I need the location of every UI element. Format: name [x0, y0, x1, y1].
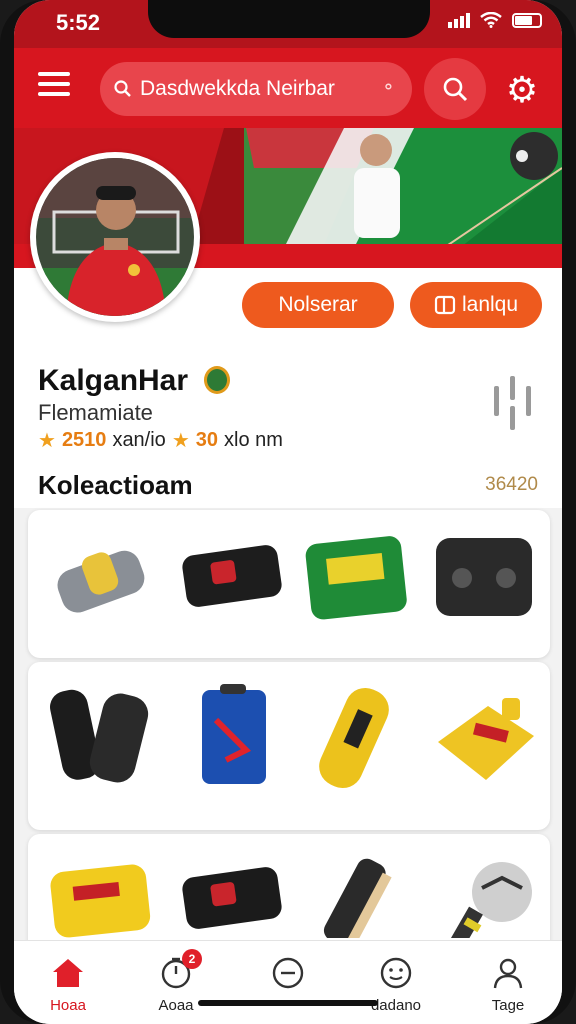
tab-profile-label: Tage: [491, 997, 525, 1014]
search-icon: [114, 80, 131, 97]
blue-backpack-icon[interactable]: [176, 680, 288, 792]
search-bar[interactable]: Dasdwekkda Neirbar ⚬: [100, 62, 412, 116]
more-options-icon[interactable]: [488, 372, 536, 432]
system-icons: [448, 12, 542, 28]
minus-circle-icon: [272, 957, 304, 989]
home-icon: [53, 959, 83, 987]
bottom-tab-bar: Hoaa 2 Aoaa dadano Tage: [14, 940, 562, 1024]
black-badge-case-icon[interactable]: [176, 858, 288, 938]
black-pencil-case-icon[interactable]: [176, 520, 288, 632]
club-badge-icon: [204, 366, 230, 394]
stat1-value: 2510: [61, 429, 107, 451]
signal-icon: [448, 12, 470, 28]
search-text: Dasdwekkda Neirbar: [140, 77, 335, 100]
follow-label: Nolserar: [278, 293, 358, 316]
search-icon: [443, 77, 468, 102]
menu-button[interactable]: [38, 72, 70, 102]
avatar[interactable]: [30, 152, 200, 322]
message-icon: [434, 295, 456, 315]
tab-profile[interactable]: Tage: [468, 953, 548, 1014]
collection-title: Koleactioam: [38, 470, 193, 500]
battery-icon: [512, 12, 542, 28]
scarf-roll-icon[interactable]: [44, 520, 156, 632]
phone-frame: 5:52 Dasdwekkda Neirbar ⚬ ⚙ Nolserar lan…: [0, 0, 576, 1024]
search-button[interactable]: [424, 58, 486, 120]
yellow-suitcase-icon[interactable]: [44, 858, 156, 938]
wifi-icon: [480, 12, 502, 28]
profile-stats: ★ 2510 xan/io ★ 30 xlo nm: [38, 428, 283, 453]
tab-home-label: Hoaa: [50, 997, 86, 1014]
yellow-card-holder-icon[interactable]: [428, 680, 540, 792]
message-label: lanlqu: [461, 293, 519, 316]
status-time: 5:52: [56, 10, 101, 35]
shin-guard-icon[interactable]: [298, 858, 410, 949]
collection-count: 36420: [485, 474, 538, 495]
black-camera-bag-icon[interactable]: [428, 520, 540, 632]
stat2-value: 30: [195, 429, 218, 451]
star-icon: ★: [38, 430, 56, 452]
app-screen: 5:52 Dasdwekkda Neirbar ⚬ ⚙ Nolserar lan…: [14, 0, 562, 1024]
message-button[interactable]: lanlqu: [410, 282, 542, 328]
stat1-label: xan/io: [112, 429, 166, 451]
ball-keychain-icon[interactable]: [428, 858, 540, 950]
follow-button[interactable]: Nolserar: [242, 282, 394, 328]
yellow-phone-case-icon[interactable]: [298, 680, 410, 792]
mic-icon[interactable]: ⚬: [381, 77, 396, 98]
stat2-label: xlo nm: [224, 429, 283, 451]
notification-badge: 2: [182, 949, 202, 969]
person-icon: [493, 958, 523, 989]
tab-home[interactable]: Hoaa: [28, 953, 108, 1014]
profile-name: KalganHar: [38, 364, 189, 397]
tab-center[interactable]: [248, 953, 328, 997]
status-bar: 5:52: [14, 0, 562, 48]
profile-role: Flemamiate: [38, 400, 153, 425]
home-indicator: [198, 1000, 378, 1006]
settings-gear-icon[interactable]: ⚙: [502, 70, 542, 110]
app-header: Dasdwekkda Neirbar ⚬ ⚙: [14, 48, 562, 128]
device-notch: [148, 0, 430, 38]
face-icon: [380, 957, 412, 989]
gloves-icon[interactable]: [44, 680, 156, 792]
green-case-icon[interactable]: [298, 520, 410, 632]
star-icon: ★: [171, 430, 190, 452]
